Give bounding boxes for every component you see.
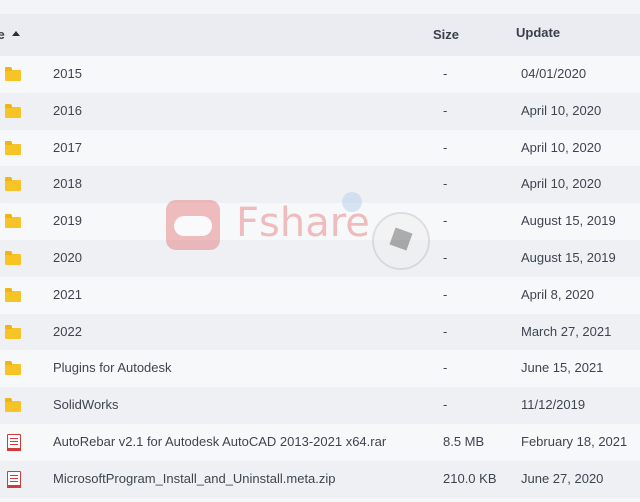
file-date: February 18, 2021 [521, 433, 628, 449]
file-name[interactable]: 2020 [53, 240, 82, 277]
file-size: 210.0 KB [443, 470, 497, 486]
folder-icon [5, 314, 23, 351]
file-name[interactable]: 2016 [53, 93, 82, 130]
fshare-logo-icon [166, 200, 220, 250]
file-date: August 15, 2019 [521, 249, 616, 265]
file-name[interactable]: SolidWorks [53, 387, 119, 424]
file-list: 2015 - 04/01/2020 2016 - April 10, 2020 … [0, 56, 640, 498]
file-row[interactable]: Plugins for Autodesk - June 15, 2021 [0, 350, 640, 388]
file-name[interactable]: 2022 [53, 314, 82, 351]
file-name[interactable]: AutoRebar v2.1 for Autodesk AutoCAD 2013… [53, 424, 386, 461]
file-row[interactable]: 2021 - April 8, 2020 [0, 276, 640, 314]
file-date: 11/12/2019 [521, 397, 586, 413]
file-size: - [443, 397, 448, 413]
file-list-header: me Size Update [0, 14, 640, 56]
file-size: - [443, 286, 448, 302]
file-row[interactable]: 2016 - April 10, 2020 [0, 92, 640, 130]
column-header-update[interactable]: Update [516, 12, 560, 54]
file-row[interactable]: 2015 - 04/01/2020 [0, 56, 640, 93]
file-row[interactable]: 2017 - April 10, 2020 [0, 129, 640, 167]
fshare-watermark: Fshare [166, 192, 436, 272]
file-name[interactable]: 2019 [53, 203, 82, 240]
file-size: - [443, 102, 448, 118]
file-date: April 8, 2020 [521, 286, 594, 302]
file-size: - [443, 139, 448, 155]
file-date: June 27, 2020 [521, 470, 604, 486]
folder-icon [5, 56, 23, 93]
soccer-ball-icon [372, 212, 430, 270]
file-row[interactable]: AutoRebar v2.1 for Autodesk AutoCAD 2013… [0, 423, 640, 461]
file-size: - [443, 360, 448, 376]
file-date: August 15, 2019 [521, 213, 616, 229]
folder-icon [5, 277, 23, 314]
folder-icon [5, 203, 23, 240]
folder-icon [5, 166, 23, 203]
file-name[interactable]: 2021 [53, 277, 82, 314]
file-date: April 10, 2020 [521, 139, 602, 155]
file-date: 04/01/2020 [521, 66, 587, 81]
file-size: - [443, 323, 448, 339]
file-name[interactable]: 2018 [53, 166, 82, 203]
file-date: April 10, 2020 [521, 176, 602, 192]
column-header-name[interactable]: me [0, 14, 20, 56]
file-date: April 10, 2020 [521, 102, 602, 118]
folder-icon [5, 93, 23, 130]
column-header-size[interactable]: Size [433, 14, 459, 56]
folder-icon [5, 350, 23, 387]
column-header-name-label: me [0, 27, 5, 42]
file-date: March 27, 2021 [521, 323, 612, 339]
file-name[interactable]: 2015 [53, 56, 82, 93]
file-size: - [443, 249, 448, 265]
file-size: - [443, 176, 448, 192]
file-date: June 15, 2021 [521, 360, 604, 376]
globe-icon [342, 192, 362, 212]
file-name[interactable]: Plugins for Autodesk [53, 350, 172, 387]
sort-ascending-icon[interactable] [11, 31, 20, 37]
file-size: - [443, 66, 448, 81]
folder-icon [5, 387, 23, 424]
file-size: - [443, 213, 448, 229]
file-size: 8.5 MB [443, 433, 485, 449]
file-name[interactable]: MicrosoftProgram_Install_and_Uninstall.m… [53, 461, 336, 498]
folder-icon [5, 130, 23, 167]
folder-icon [5, 240, 23, 277]
archive-file-icon [5, 424, 23, 461]
file-row[interactable]: SolidWorks - 11/12/2019 [0, 387, 640, 424]
archive-file-icon [5, 461, 23, 498]
file-name[interactable]: 2017 [53, 130, 82, 167]
file-row[interactable]: MicrosoftProgram_Install_and_Uninstall.m… [0, 460, 640, 498]
file-row[interactable]: 2022 - March 27, 2021 [0, 313, 640, 351]
